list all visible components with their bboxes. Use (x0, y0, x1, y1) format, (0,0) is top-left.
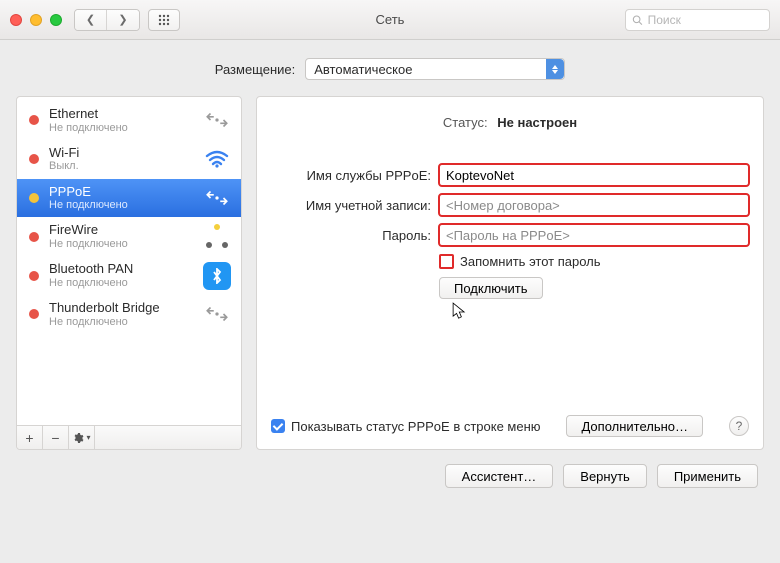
interface-list: EthernetНе подключеноWi-FiВыкл.PPPoEНе п… (17, 97, 241, 425)
sidebar-item-bluetooth-pan[interactable]: Bluetooth PANНе подключено (17, 256, 241, 295)
interface-type-icon (203, 303, 231, 325)
interface-status: Не подключено (49, 277, 193, 290)
sidebar-item-wi-fi[interactable]: Wi-FiВыкл. (17, 140, 241, 179)
interface-name: Wi-Fi (49, 145, 193, 161)
back-button[interactable]: ❮ (75, 10, 107, 30)
status-dot-icon (29, 154, 39, 164)
sidebar-item-thunderbolt-bridge[interactable]: Thunderbolt BridgeНе подключено (17, 295, 241, 334)
sidebar-item-pppoe[interactable]: PPPoEНе подключено (17, 179, 241, 218)
location-popup[interactable]: Автоматическое (305, 58, 565, 80)
status-dot-icon (29, 115, 39, 125)
sidebar-item-firewire[interactable]: FireWireНе подключено (17, 217, 241, 256)
interface-type-icon (203, 109, 231, 131)
interface-name: Bluetooth PAN (49, 261, 193, 277)
grid-icon (158, 14, 170, 26)
apply-button[interactable]: Применить (657, 464, 758, 488)
remember-password-checkbox[interactable] (439, 254, 454, 269)
password-input[interactable] (439, 224, 749, 246)
add-interface-button[interactable]: + (17, 426, 43, 449)
password-label: Пароль: (271, 228, 431, 243)
popup-arrows-icon (546, 59, 564, 79)
account-name-input[interactable] (439, 194, 749, 216)
show-in-menubar-label: Показывать статус PPPoE в строке меню (291, 419, 541, 434)
interface-name: PPPoE (49, 184, 193, 200)
search-box[interactable] (625, 9, 770, 31)
remember-password-label: Запомнить этот пароль (460, 254, 601, 269)
service-name-label: Имя службы PPPoE: (271, 168, 431, 183)
status-dot-icon (29, 309, 39, 319)
sidebar-footer: + − ▾ (17, 425, 241, 449)
interface-name: Ethernet (49, 106, 193, 122)
status-value: Не настроен (497, 115, 577, 130)
status-label: Статус: (443, 115, 488, 130)
interface-type-icon (203, 148, 231, 170)
location-row: Размещение: Автоматическое (16, 58, 764, 80)
interface-name: FireWire (49, 222, 193, 238)
gear-icon (72, 432, 84, 444)
search-input[interactable] (648, 13, 763, 27)
show-in-menubar-checkbox[interactable] (271, 419, 285, 433)
interface-status: Не подключено (49, 122, 193, 135)
location-value: Автоматическое (314, 62, 412, 77)
bottom-button-bar: Ассистент… Вернуть Применить (16, 450, 764, 488)
titlebar: ❮ ❯ Сеть (0, 0, 780, 40)
nav-back-forward: ❮ ❯ (74, 9, 140, 31)
account-name-label: Имя учетной записи: (271, 198, 431, 213)
connect-button[interactable]: Подключить (439, 277, 543, 299)
interface-status: Выкл. (49, 160, 193, 173)
service-name-input[interactable] (439, 164, 749, 186)
cursor-icon (449, 299, 471, 325)
interface-status: Не подключено (49, 238, 193, 251)
interface-name: Thunderbolt Bridge (49, 300, 193, 316)
sidebar-item-ethernet[interactable]: EthernetНе подключено (17, 101, 241, 140)
interface-type-icon (203, 265, 231, 287)
interface-sidebar: EthernetНе подключеноWi-FiВыкл.PPPoEНе п… (16, 96, 242, 450)
pppoe-form: Имя службы PPPoE: Имя учетной записи: Па… (271, 164, 749, 299)
assistant-button[interactable]: Ассистент… (445, 464, 554, 488)
interface-status: Не подключено (49, 199, 193, 212)
window-controls (10, 14, 62, 26)
remove-interface-button[interactable]: − (43, 426, 69, 449)
show-in-menubar-row: Показывать статус PPPoE в строке меню До… (271, 415, 749, 437)
status-row: Статус: Не настроен (271, 115, 749, 130)
show-all-button[interactable] (148, 9, 180, 31)
status-dot-icon (29, 271, 39, 281)
search-icon (632, 14, 643, 26)
status-dot-icon (29, 193, 39, 203)
minimize-window-button[interactable] (30, 14, 42, 26)
detail-pane: Статус: Не настроен Имя службы PPPoE: Им… (256, 96, 764, 450)
forward-button[interactable]: ❯ (107, 10, 139, 30)
interface-status: Не подключено (49, 316, 193, 329)
zoom-window-button[interactable] (50, 14, 62, 26)
advanced-button[interactable]: Дополнительно… (566, 415, 703, 437)
close-window-button[interactable] (10, 14, 22, 26)
interface-type-icon (203, 187, 231, 209)
help-button[interactable]: ? (729, 416, 749, 436)
status-dot-icon (29, 232, 39, 242)
content: Размещение: Автоматическое EthernetНе по… (0, 40, 780, 563)
interface-type-icon (203, 226, 231, 248)
interface-actions-button[interactable]: ▾ (69, 426, 95, 449)
revert-button[interactable]: Вернуть (563, 464, 647, 488)
location-label: Размещение: (215, 62, 296, 77)
